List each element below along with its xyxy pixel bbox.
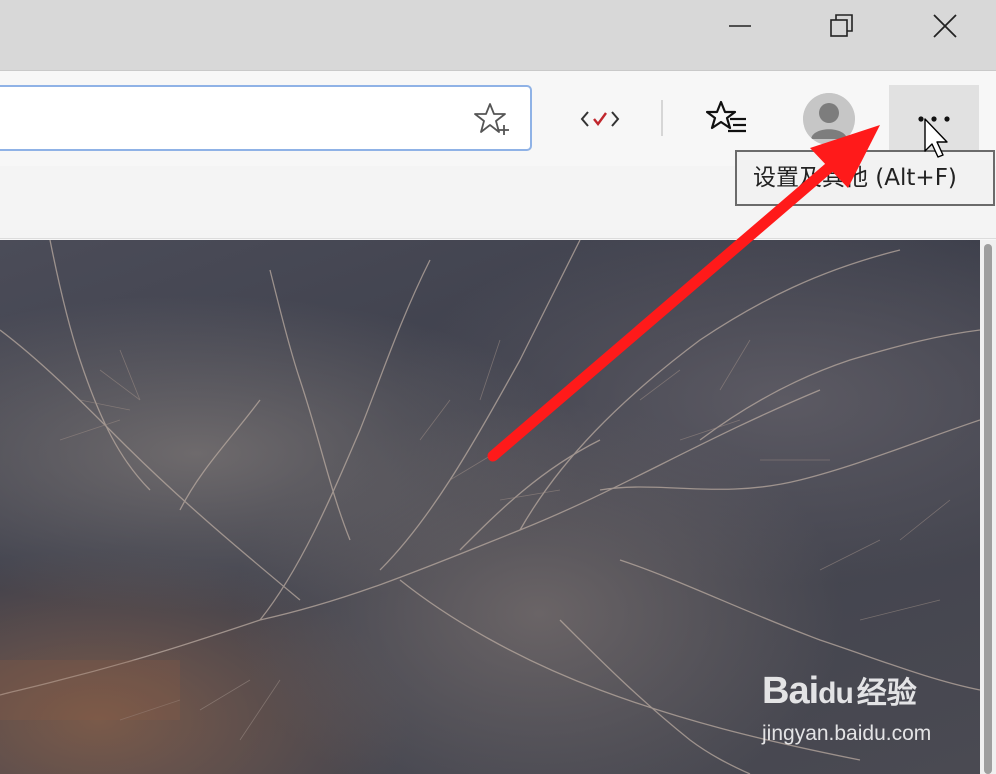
watermark-brand-cn: 经验 [856, 676, 917, 711]
favorites-list-icon[interactable] [706, 99, 748, 139]
profile-button[interactable] [803, 93, 855, 145]
minimize-icon [729, 25, 751, 27]
more-dots-icon [918, 116, 950, 122]
settings-more-button[interactable] [889, 85, 979, 153]
star-add-icon[interactable] [474, 101, 510, 137]
watermark-brand-du: du [818, 677, 854, 710]
baidu-jingyan-watermark: Baidu 经验 jingyan.baidu.com [762, 668, 931, 745]
avatar-icon [803, 93, 855, 145]
scrollbar-thumb[interactable] [984, 244, 992, 774]
restore-button[interactable] [797, 0, 887, 52]
restore-icon [830, 14, 853, 37]
settings-tooltip: 设置及其他 (Alt+F) [735, 150, 995, 206]
vertical-scrollbar[interactable] [980, 240, 996, 774]
code-check-icon[interactable] [578, 101, 622, 137]
address-bar[interactable] [0, 85, 532, 151]
close-icon [933, 14, 957, 38]
watermark-brand: Bai [762, 670, 819, 712]
toolbar-divider [661, 100, 663, 136]
minimize-button[interactable] [695, 0, 785, 52]
watermark-url: jingyan.baidu.com [762, 722, 932, 745]
close-button[interactable] [900, 0, 990, 52]
title-bar [0, 0, 996, 71]
